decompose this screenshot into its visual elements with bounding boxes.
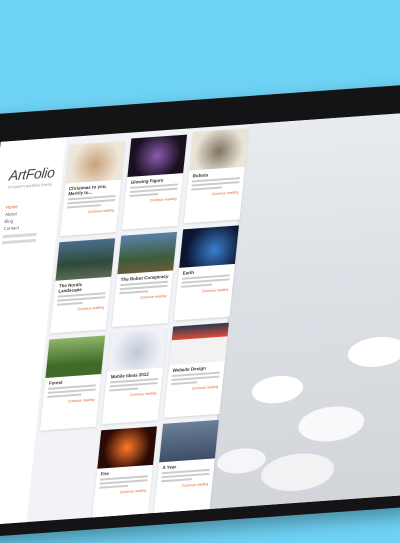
card-excerpt xyxy=(161,468,210,483)
card-image xyxy=(127,134,188,178)
card-excerpt xyxy=(47,384,97,398)
card-more-link[interactable]: Continue reading xyxy=(129,197,177,204)
card-excerpt xyxy=(109,377,159,392)
tablet-screen: ArtFolio A modern portfolio theme Home A… xyxy=(0,110,400,527)
card-image xyxy=(117,231,178,275)
nav-divider xyxy=(1,238,37,245)
card-more-link[interactable]: Continue reading xyxy=(119,294,167,301)
card-image xyxy=(169,322,229,366)
card-excerpt xyxy=(129,183,179,198)
card-title[interactable]: The Nordic Landscape xyxy=(58,280,107,294)
portfolio-card[interactable]: Christmas to you, Merrily to... Continue… xyxy=(60,141,126,237)
card-image xyxy=(45,335,106,378)
card-title[interactable]: Christmas to you, Merrily to... xyxy=(68,183,117,197)
card-image xyxy=(55,238,116,281)
card-more-link[interactable]: Continue reading xyxy=(180,287,229,294)
tablet-frame: ArtFolio A modern portfolio theme Home A… xyxy=(0,79,400,543)
site-logo[interactable]: ArtFolio xyxy=(8,164,55,183)
card-excerpt xyxy=(119,280,169,295)
card-more-link[interactable]: Continue reading xyxy=(190,190,239,197)
card-excerpt xyxy=(191,177,240,191)
portfolio-card[interactable]: Earth Continue reading xyxy=(173,225,239,321)
card-more-link[interactable]: Continue reading xyxy=(56,305,104,312)
card-image xyxy=(97,426,157,469)
portfolio-card[interactable]: Mobile Ideas 2012 Continue reading xyxy=(101,329,167,425)
card-image xyxy=(107,329,167,372)
portfolio-card[interactable]: Robots Continue reading xyxy=(183,128,249,224)
card-excerpt xyxy=(66,194,116,209)
card-excerpt xyxy=(181,274,230,288)
portfolio-card[interactable]: Forest Continue reading xyxy=(40,335,106,431)
nav-item-contact[interactable]: Contact xyxy=(3,223,38,232)
portfolio-card[interactable]: A Year Continue reading xyxy=(153,419,219,516)
portfolio-card[interactable]: The Robot Conspiracy Continue reading xyxy=(111,231,178,327)
card-more-link[interactable]: Continue reading xyxy=(66,208,114,215)
portfolio-card[interactable]: Website Design Continue reading xyxy=(163,322,229,418)
card-more-link[interactable]: Continue reading xyxy=(160,482,209,489)
nav-menu: Home About Blog Contact xyxy=(1,201,40,247)
card-excerpt xyxy=(56,292,106,306)
card-image xyxy=(159,419,219,463)
nav-divider xyxy=(2,232,37,239)
portfolio-card[interactable]: Fire Continue reading xyxy=(91,426,157,522)
card-more-link[interactable]: Continue reading xyxy=(47,398,95,405)
card-image xyxy=(179,225,239,268)
portfolio-card[interactable]: The Nordic Landscape Continue reading xyxy=(50,238,116,334)
card-more-link[interactable]: Continue reading xyxy=(98,488,147,495)
card-image xyxy=(189,128,249,171)
card-excerpt xyxy=(99,475,148,489)
card-more-link[interactable]: Continue reading xyxy=(170,385,219,392)
portfolio-card[interactable]: Glowing Figure Continue reading xyxy=(121,134,188,230)
card-excerpt xyxy=(171,371,220,386)
card-image xyxy=(65,141,126,184)
card-more-link[interactable]: Continue reading xyxy=(108,391,157,398)
